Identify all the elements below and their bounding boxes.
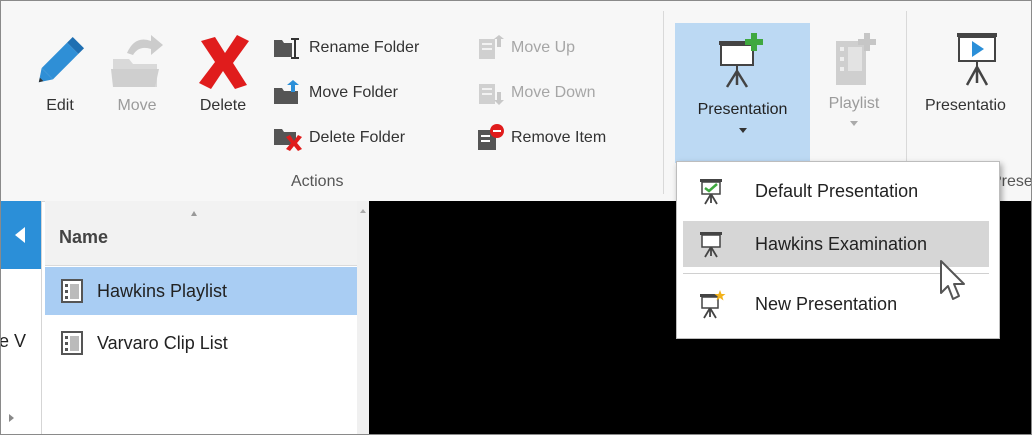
delete-label: Delete — [199, 97, 247, 114]
playlist-label: Playlist — [828, 95, 880, 112]
move-down-label: Move Down — [511, 84, 596, 101]
edit-button[interactable]: Edit — [25, 29, 95, 115]
chevron-right-icon[interactable] — [9, 414, 14, 422]
new-presentation-icon — [691, 289, 731, 319]
chevron-down-icon — [850, 121, 858, 126]
hawkins-examination-label: Hawkins Examination — [755, 233, 928, 254]
move-up-icon — [473, 35, 507, 61]
move-folder-label: Move Folder — [309, 84, 398, 101]
playlist-dropdown-button[interactable]: Playlist — [817, 31, 891, 126]
presentation-icon — [691, 229, 731, 259]
delete-folder-icon — [271, 125, 305, 151]
presentation-dropdown-menu: Default Presentation Hawkins Examination — [676, 161, 1000, 339]
default-presentation-label: Default Presentation — [755, 180, 919, 201]
move-label: Move — [117, 97, 157, 114]
present-presentation-button[interactable]: Presentatio — [925, 27, 1031, 115]
move-folder-button[interactable]: Move Folder — [271, 78, 398, 108]
new-presentation-label: New Presentation — [755, 293, 898, 314]
presentation-label: Presentation — [697, 101, 788, 118]
chevron-left-icon — [15, 227, 25, 243]
presentation-dropdown-button[interactable]: Presentation — [675, 23, 810, 163]
pencil-icon — [38, 36, 85, 83]
vertical-scrollbar[interactable] — [357, 201, 369, 434]
playlist-icon — [57, 330, 87, 356]
add-playlist-icon — [836, 33, 876, 85]
remove-item-icon — [473, 124, 507, 151]
remove-item-label: Remove Item — [511, 129, 607, 146]
presentation-check-icon — [691, 176, 731, 206]
play-presentation-icon — [957, 33, 997, 86]
edit-label: Edit — [46, 97, 74, 114]
collapse-panel-button[interactable] — [1, 201, 41, 269]
move-up-label: Move Up — [511, 39, 576, 56]
delete-x-icon — [199, 35, 249, 89]
list-item[interactable]: Hawkins Playlist — [45, 267, 357, 315]
list-item[interactable]: Varvaro Clip List — [45, 319, 357, 367]
name-column-header[interactable]: Name — [45, 201, 357, 266]
folder-arrow-icon — [271, 80, 305, 106]
list-item-label: Varvaro Clip List — [97, 332, 228, 353]
chevron-down-icon — [739, 128, 747, 133]
rename-folder-label: Rename Folder — [309, 39, 420, 56]
move-up-button[interactable]: Move Up — [473, 33, 575, 63]
mouse-pointer-icon — [940, 260, 965, 300]
list-item-label: Hawkins Playlist — [97, 280, 228, 301]
move-down-icon — [473, 80, 507, 106]
ribbon-separator — [663, 11, 664, 194]
remove-item-button[interactable]: Remove Item — [473, 123, 606, 153]
present-presentation-label: Presentatio — [925, 97, 1006, 114]
delete-folder-button[interactable]: Delete Folder — [271, 123, 405, 153]
left-panel-cut-text: e V — [0, 331, 27, 351]
playlist-icon — [57, 278, 87, 304]
delete-button[interactable]: Delete — [185, 29, 261, 115]
rename-folder-icon — [271, 35, 305, 61]
add-presentation-icon — [719, 33, 763, 88]
move-button[interactable]: Move — [107, 29, 167, 115]
name-header-label: Name — [59, 227, 109, 247]
app-window: Edit Move Delete Rename Folder Move Fold… — [0, 0, 1032, 435]
sort-ascending-icon — [191, 211, 197, 216]
scroll-up-icon — [360, 209, 366, 213]
move-folder-icon — [111, 35, 163, 87]
actions-group-label: Actions — [291, 173, 344, 190]
default-presentation-item[interactable]: Default Presentation — [683, 168, 989, 214]
delete-folder-label: Delete Folder — [309, 129, 406, 146]
playlist-list: Name Hawkins Playlist Varvaro Clip List — [45, 201, 357, 434]
rename-folder-button[interactable]: Rename Folder — [271, 33, 419, 63]
move-down-button[interactable]: Move Down — [473, 78, 595, 108]
